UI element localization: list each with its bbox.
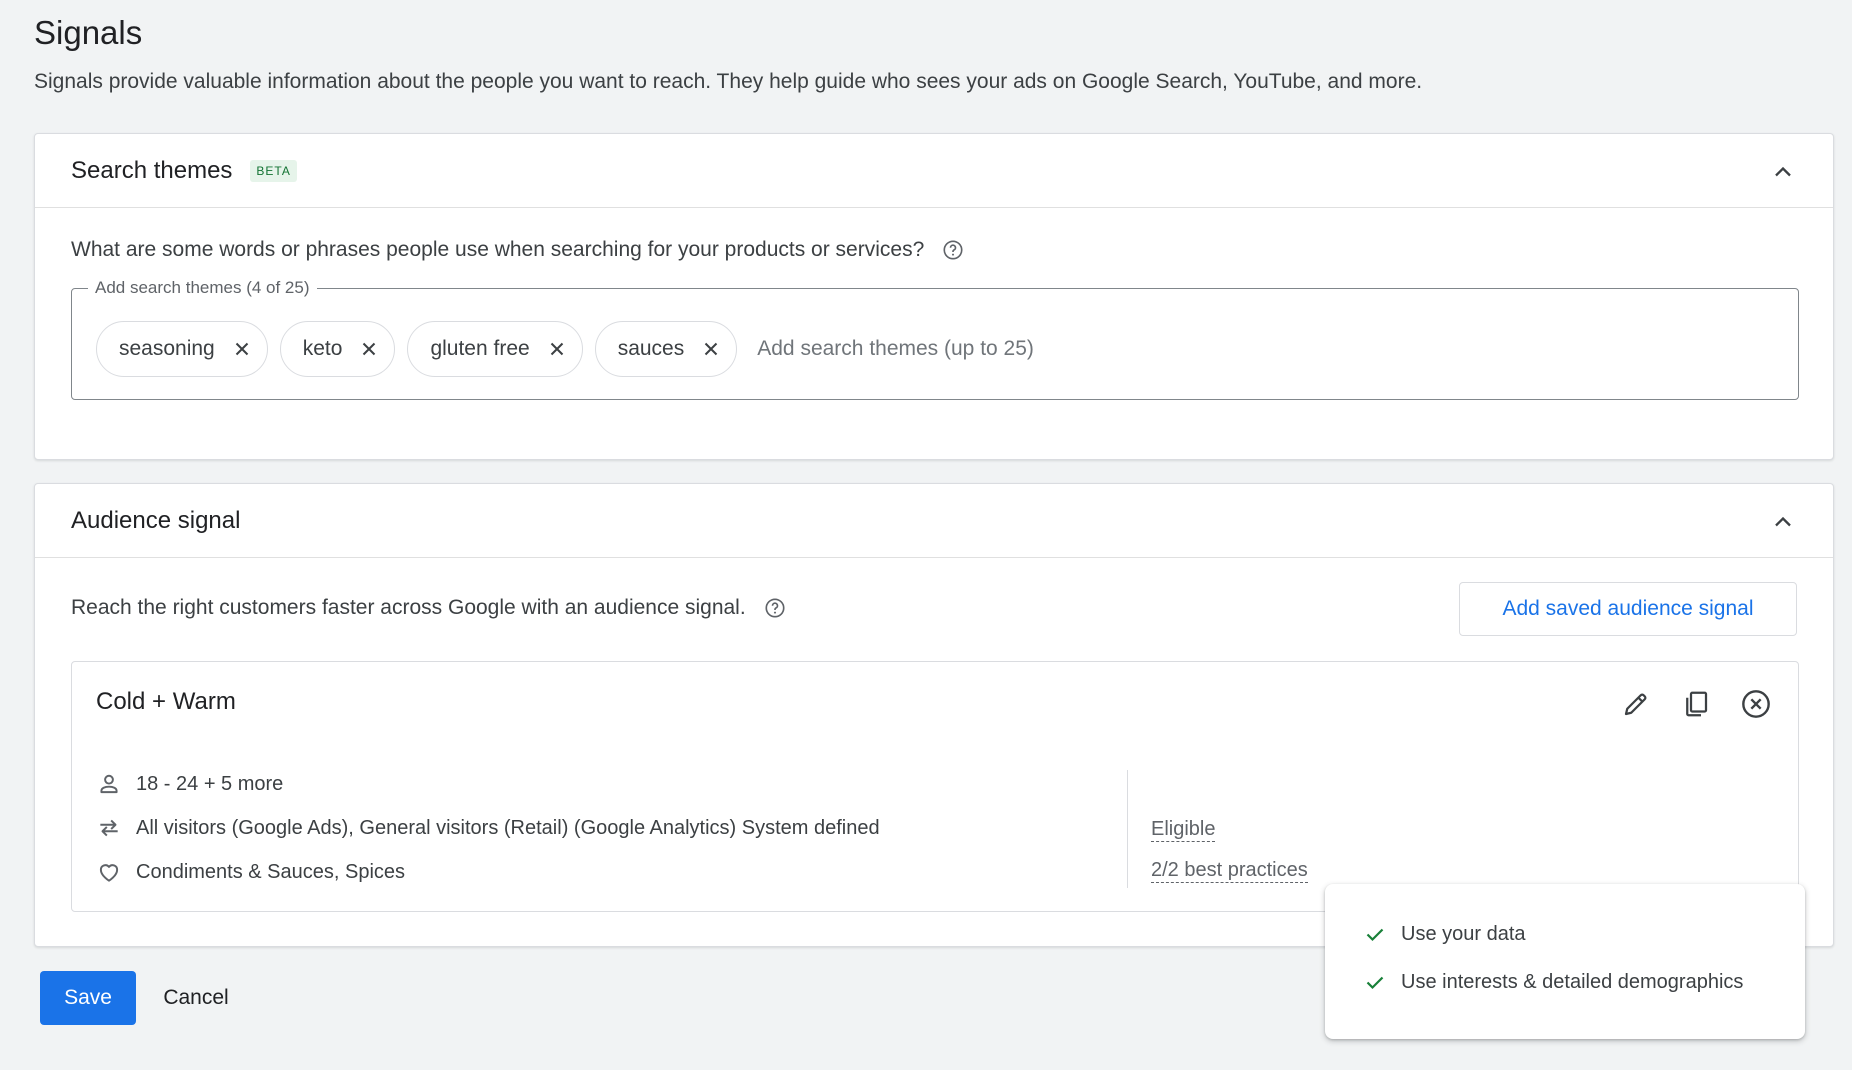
page-description: Signals provide valuable information abo…	[34, 70, 1423, 93]
chip-sauces: sauces	[594, 321, 738, 377]
your-data-text: All visitors (Google Ads), General visit…	[136, 816, 880, 839]
collapse-audience-signal-button[interactable]	[1767, 506, 1799, 538]
signal-status: Eligible 2/2 best practices	[1151, 817, 1308, 899]
person-icon	[96, 771, 122, 797]
demographics-row: 18 - 24 + 5 more	[96, 770, 880, 798]
save-button[interactable]: Save	[40, 971, 136, 1025]
heart-icon	[96, 859, 122, 885]
add-saved-audience-signal-button[interactable]: Add saved audience signal	[1459, 582, 1797, 636]
search-themes-question: What are some words or phrases people us…	[71, 238, 964, 262]
tooltip-item: Use your data	[1363, 920, 1805, 948]
audience-signal-title: Audience signal	[71, 506, 241, 534]
sync-arrows-icon	[96, 815, 122, 841]
eligible-status-link[interactable]: Eligible	[1151, 817, 1216, 842]
search-themes-chips: seasoning keto gluten free sauces	[96, 321, 1358, 377]
chevron-up-icon	[1775, 516, 1791, 527]
chip-label: sauces	[617, 337, 685, 360]
copy-icon	[1686, 691, 1708, 717]
close-icon	[363, 342, 376, 356]
chip-label: seasoning	[119, 337, 215, 360]
collapse-search-themes-button[interactable]	[1767, 156, 1799, 188]
cancel-button[interactable]: Cancel	[148, 971, 244, 1025]
remove-signal-button[interactable]	[1736, 684, 1776, 724]
remove-chip-keto-button[interactable]	[358, 338, 380, 360]
chip-gluten-free: gluten free	[407, 321, 583, 377]
chip-label: keto	[302, 337, 343, 360]
audience-signal-details: 18 - 24 + 5 more All visitors (Google Ad…	[96, 770, 880, 902]
interests-text: Condiments & Sauces, Spices	[136, 860, 406, 883]
audience-signal-actions	[1596, 684, 1776, 724]
interests-row: Condiments & Sauces, Spices	[96, 858, 880, 886]
audience-signal-description-text: Reach the right customers faster across …	[71, 596, 746, 619]
cancel-circle-icon	[1742, 690, 1770, 718]
copy-signal-button[interactable]	[1676, 684, 1716, 724]
search-themes-card: Search themes BETA What are some words o…	[34, 133, 1834, 460]
audience-signal-item: Cold + Warm 18 - 24 + 5 more All visitor…	[71, 661, 1799, 912]
tooltip-item-text: Use your data	[1401, 922, 1526, 945]
search-themes-title: Search themes	[71, 156, 233, 184]
pencil-icon	[1624, 693, 1647, 716]
chip-keto: keto	[279, 321, 396, 377]
audience-signal-name: Cold + Warm	[96, 688, 236, 715]
tooltip-item-text: Use interests & detailed demographics	[1401, 970, 1744, 993]
search-themes-input[interactable]	[757, 337, 1358, 361]
remove-chip-gluten-free-button[interactable]	[546, 338, 568, 360]
audience-signal-header[interactable]: Audience signal	[35, 484, 1833, 558]
close-icon	[550, 342, 563, 356]
audience-signal-description: Reach the right customers faster across …	[71, 596, 786, 620]
help-icon[interactable]	[764, 597, 786, 619]
chevron-up-icon	[1775, 166, 1791, 177]
chip-label: gluten free	[430, 337, 530, 360]
best-practices-link[interactable]: 2/2 best practices	[1151, 858, 1308, 883]
search-themes-field[interactable]: Add search themes (4 of 25) seasoning ke…	[71, 278, 1799, 400]
vertical-divider	[1127, 770, 1128, 888]
page-title: Signals	[34, 14, 143, 51]
chip-seasoning: seasoning	[96, 321, 268, 377]
edit-signal-button[interactable]	[1616, 684, 1656, 724]
search-themes-question-text: What are some words or phrases people us…	[71, 238, 925, 261]
remove-chip-sauces-button[interactable]	[700, 338, 722, 360]
help-icon[interactable]	[942, 239, 964, 261]
close-icon	[235, 342, 248, 356]
check-icon	[1363, 922, 1387, 946]
beta-badge: BETA	[250, 159, 297, 182]
remove-chip-seasoning-button[interactable]	[231, 338, 253, 360]
best-practices-tooltip: Use your data Use interests & detailed d…	[1325, 884, 1805, 1039]
close-icon	[705, 342, 718, 356]
search-themes-field-label: Add search themes (4 of 25)	[88, 278, 317, 298]
tooltip-item: Use interests & detailed demographics	[1363, 968, 1805, 996]
check-icon	[1363, 970, 1387, 994]
your-data-row: All visitors (Google Ads), General visit…	[96, 814, 880, 842]
demographics-text: 18 - 24 + 5 more	[136, 772, 284, 795]
search-themes-header[interactable]: Search themes BETA	[35, 134, 1833, 208]
audience-signal-card: Audience signal Reach the right customer…	[34, 483, 1834, 947]
